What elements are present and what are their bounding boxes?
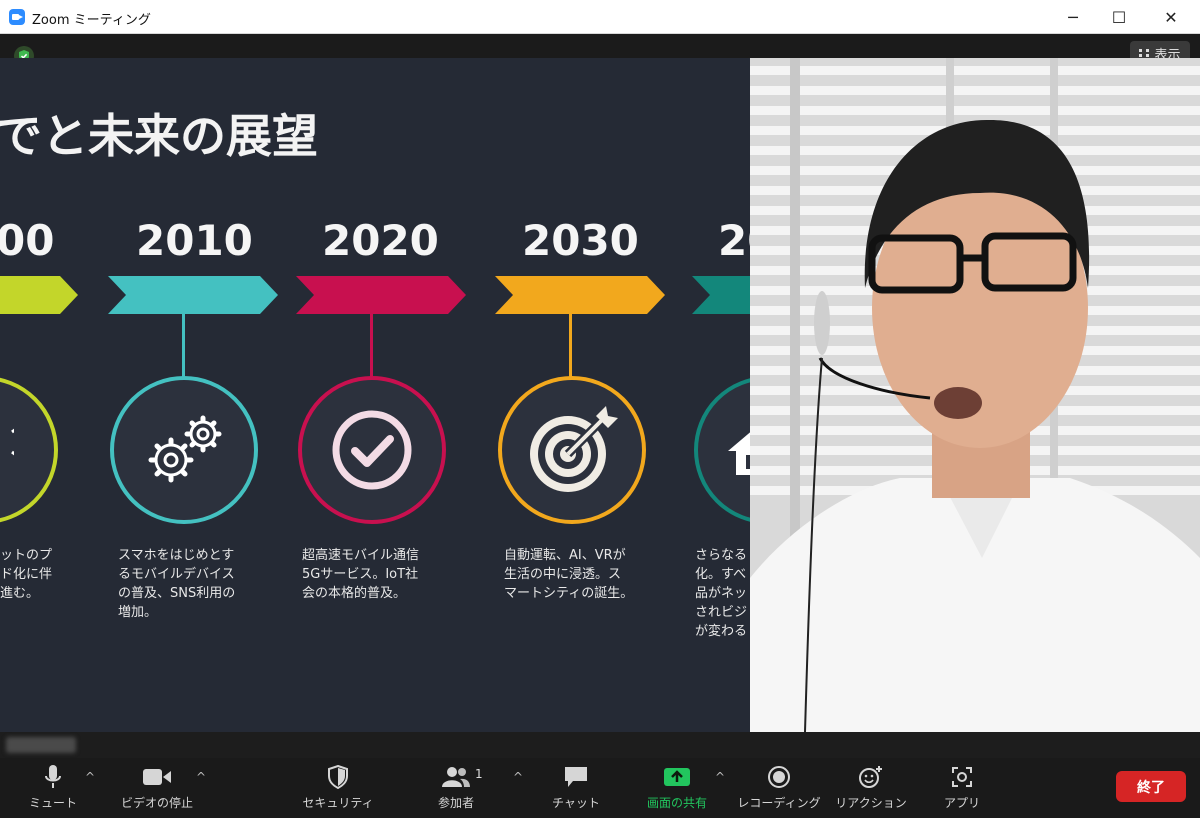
close-button[interactable]: ✕ [1148, 0, 1194, 34]
chevron-up-icon[interactable]: ^ [513, 770, 523, 784]
timeline-connector [569, 314, 572, 378]
window-title: Zoom ミーティング [32, 13, 151, 28]
timeline-arrow [296, 276, 466, 314]
timeline-arrow [692, 276, 750, 314]
share-screen-label: 画面の共有 [646, 796, 707, 810]
timeline-arrow [108, 276, 278, 314]
timeline-arrow [0, 276, 78, 314]
title-bar: Zoom ミーティング ─ ☐ ✕ [0, 0, 1200, 34]
apps-label: アプリ [943, 796, 980, 810]
record-label: レコーディング [737, 796, 821, 810]
year-label: 2010 [136, 216, 253, 265]
participant-video-feed [750, 58, 1200, 732]
home-icon [694, 376, 750, 524]
participant-name-strip [0, 732, 1200, 758]
record-icon [767, 764, 791, 790]
participant-video[interactable] [750, 58, 1200, 732]
stop-video-label: ビデオの停止 [120, 796, 193, 810]
chat-button[interactable]: チャット [548, 764, 604, 816]
end-meeting-button[interactable]: 終了 [1116, 771, 1186, 802]
participant-name-blurred [6, 737, 76, 753]
apps-button[interactable]: アプリ [940, 764, 984, 816]
security-label: セキュリティ [302, 796, 374, 810]
timeline-connector [370, 314, 373, 378]
stop-video-button[interactable]: ビデオの停止 [112, 764, 202, 816]
participants-label: 参加者 [437, 796, 474, 810]
security-button[interactable]: セキュリティ [302, 764, 374, 816]
timeline-description: さらなる 化。すべ 品がネッ されビジ が変わる [695, 548, 748, 639]
target-icon [498, 376, 646, 524]
mute-button[interactable]: ミュート [28, 764, 78, 816]
reactions-label: リアクション [835, 796, 907, 810]
timeline-description: スマホをはじめとす るモバイルデバイス の普及、SNS利用の 増加。 [118, 548, 236, 620]
lightbulb-icon [0, 376, 58, 524]
record-button[interactable]: レコーディング [737, 764, 821, 816]
timeline-connector [182, 314, 185, 378]
shield-icon [327, 764, 349, 790]
participants-icon [441, 764, 471, 790]
chevron-up-icon[interactable]: ^ [85, 770, 95, 784]
share-screen-icon [663, 764, 691, 790]
grid-icon [1139, 49, 1150, 57]
mute-label: ミュート [28, 796, 77, 810]
minimize-button[interactable]: ─ [1050, 0, 1096, 34]
gears-icon [110, 376, 258, 524]
microphone-icon [44, 764, 62, 790]
chat-label: チャット [552, 796, 600, 810]
smiley-plus-icon [858, 764, 884, 790]
chat-bubble-icon [563, 764, 589, 790]
chevron-up-icon[interactable]: ^ [715, 770, 725, 784]
timeline-arrow [495, 276, 665, 314]
participants-count: 1 [475, 767, 483, 781]
reactions-button[interactable]: リアクション [835, 764, 907, 816]
year-label: 2030 [522, 216, 639, 265]
video-camera-icon [142, 764, 172, 790]
year-label: 20 [718, 216, 750, 265]
meeting-toolbar: ミュート ^ ビデオの停止 ^ セキュリティ 参加者 1 ^ チャット 画面の共… [0, 758, 1200, 818]
check-icon [298, 376, 446, 524]
shared-screen: でと未来の展望 00 ットのプ ド化に伴 進む。 2010 スマホをはじめとす … [0, 58, 750, 732]
share-screen-button[interactable]: 画面の共有 [640, 764, 714, 816]
apps-icon [951, 764, 973, 790]
year-label: 00 [0, 216, 55, 265]
slide-title: でと未来の展望 [0, 109, 318, 163]
chevron-up-icon[interactable]: ^ [196, 770, 206, 784]
meeting-top-strip [0, 34, 1200, 58]
maximize-button[interactable]: ☐ [1096, 0, 1142, 34]
zoom-app-icon [9, 9, 25, 25]
timeline-description: 自動運転、AI、VRが 生活の中に浸透。ス マートシティの誕生。 [504, 548, 634, 601]
timeline-description: 超高速モバイル通信 5Gサービス。IoT社 会の本格的普及。 [302, 548, 420, 601]
year-label: 2020 [322, 216, 439, 265]
